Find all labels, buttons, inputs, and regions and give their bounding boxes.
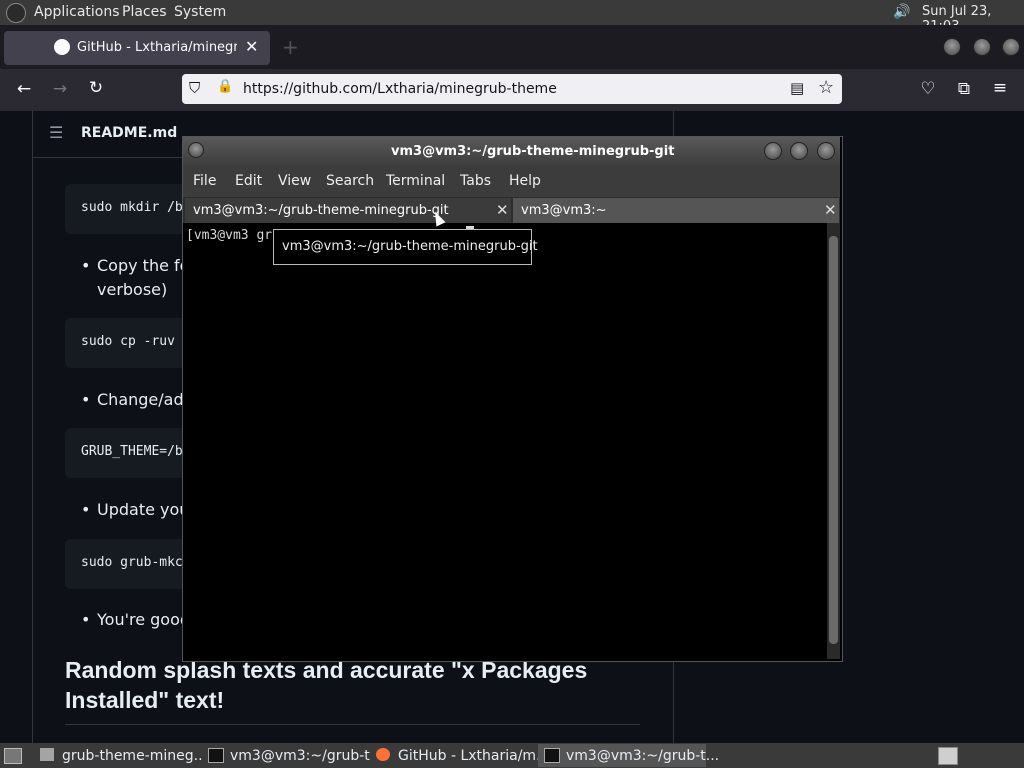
minimize-icon[interactable]: [943, 38, 961, 56]
folder-icon: [40, 748, 54, 761]
menu-help[interactable]: Help: [509, 173, 541, 189]
divider: [65, 724, 640, 725]
gnome-foot-icon[interactable]: [6, 3, 26, 23]
readme-filename: README.md: [81, 125, 178, 141]
places-menu[interactable]: Places: [122, 4, 167, 20]
shell-prompt: [vm3@vm3 gr: [186, 228, 273, 243]
menu-search[interactable]: Search: [326, 173, 374, 189]
reader-icon[interactable]: ▤: [790, 79, 804, 97]
close-icon[interactable]: ✕: [824, 201, 837, 219]
extensions-icon[interactable]: ⧉: [952, 79, 976, 99]
forward-icon[interactable]: →: [48, 79, 72, 99]
terminal-tab-active[interactable]: vm3@vm3:~/grub-theme-minegrub-git ✕: [185, 198, 511, 223]
terminal-tab[interactable]: vm3@vm3:~ ✕: [513, 198, 839, 223]
lock-icon[interactable]: 🔒: [217, 79, 233, 94]
system-menu[interactable]: System: [174, 4, 226, 20]
maximize-icon[interactable]: [973, 38, 991, 56]
taskbar-item[interactable]: GitHub - Lxtharia/m...: [370, 744, 549, 767]
menu-file[interactable]: File: [193, 173, 216, 189]
tab-tooltip: vm3@vm3:~/grub-theme-minegrub-git: [273, 229, 538, 265]
close-icon[interactable]: ✕: [496, 201, 509, 219]
close-icon[interactable]: ✕: [245, 37, 258, 56]
close-window-icon[interactable]: [817, 142, 835, 160]
menu-edit[interactable]: Edit: [235, 173, 262, 189]
scrollbar-thumb[interactable]: [829, 236, 838, 644]
tab-title: GitHub - Lxtharia/minegrub: [77, 40, 237, 55]
terminal-icon: [208, 748, 224, 763]
back-icon[interactable]: ←: [12, 79, 36, 99]
terminal-titlebar[interactable]: vm3@vm3:~/grub-theme-minegrub-git: [183, 137, 840, 165]
taskbar-item[interactable]: grub-theme-mineg...: [34, 744, 207, 767]
close-window-icon[interactable]: [1002, 38, 1020, 56]
section-heading: Random splash texts and accurate "x Pack…: [65, 657, 588, 713]
terminal-tab-label: vm3@vm3:~: [521, 203, 607, 218]
window-controls: [940, 38, 1020, 56]
firefox-icon: [376, 748, 390, 761]
show-desktop-icon[interactable]: [4, 748, 22, 764]
taskbar-item-active[interactable]: vm3@vm3:~/grub-t...: [538, 744, 719, 767]
volume-icon[interactable]: 🔊: [893, 4, 911, 21]
taskbar-item[interactable]: vm3@vm3:~/grub-t...: [202, 744, 383, 767]
workspace-icon[interactable]: [938, 747, 958, 765]
new-tab-icon[interactable]: +: [282, 35, 299, 59]
github-icon: [54, 39, 70, 55]
minimize-icon[interactable]: [764, 142, 782, 160]
maximize-icon[interactable]: [790, 142, 808, 160]
reload-icon[interactable]: ↻: [84, 78, 108, 98]
menu-terminal[interactable]: Terminal: [386, 173, 445, 189]
browser-tab[interactable]: GitHub - Lxtharia/minegrub ✕: [4, 31, 270, 65]
menu-tabs[interactable]: Tabs: [460, 173, 491, 189]
bookmark-star-icon[interactable]: ☆: [818, 77, 834, 98]
shield-icon[interactable]: ⛉: [189, 79, 200, 97]
top-panel: Applications Places System 🔊 Sun Jul 23,…: [0, 0, 1024, 34]
terminal-menubar: File Edit View Search Terminal Tabs Help: [183, 165, 840, 197]
url-bar[interactable]: ⛉ 🔒 https://github.com/Lxtharia/minegrub…: [182, 74, 842, 104]
window-menu-icon[interactable]: [188, 142, 204, 158]
terminal-tab-label: vm3@vm3:~/grub-theme-minegrub-git: [193, 203, 449, 218]
url-text[interactable]: https://github.com/Lxtharia/minegrub-the…: [243, 81, 557, 97]
terminal-icon: [544, 748, 560, 763]
list-icon[interactable]: ☰: [49, 123, 63, 142]
terminal-title: vm3@vm3:~/grub-theme-minegrub-git: [391, 144, 675, 159]
hamburger-menu-icon[interactable]: ≡: [988, 78, 1012, 98]
pocket-icon[interactable]: ♡: [916, 79, 940, 99]
menu-view[interactable]: View: [278, 173, 311, 189]
terminal-output[interactable]: [vm3@vm3 gr: [183, 223, 827, 659]
applications-menu[interactable]: Applications: [34, 4, 120, 20]
